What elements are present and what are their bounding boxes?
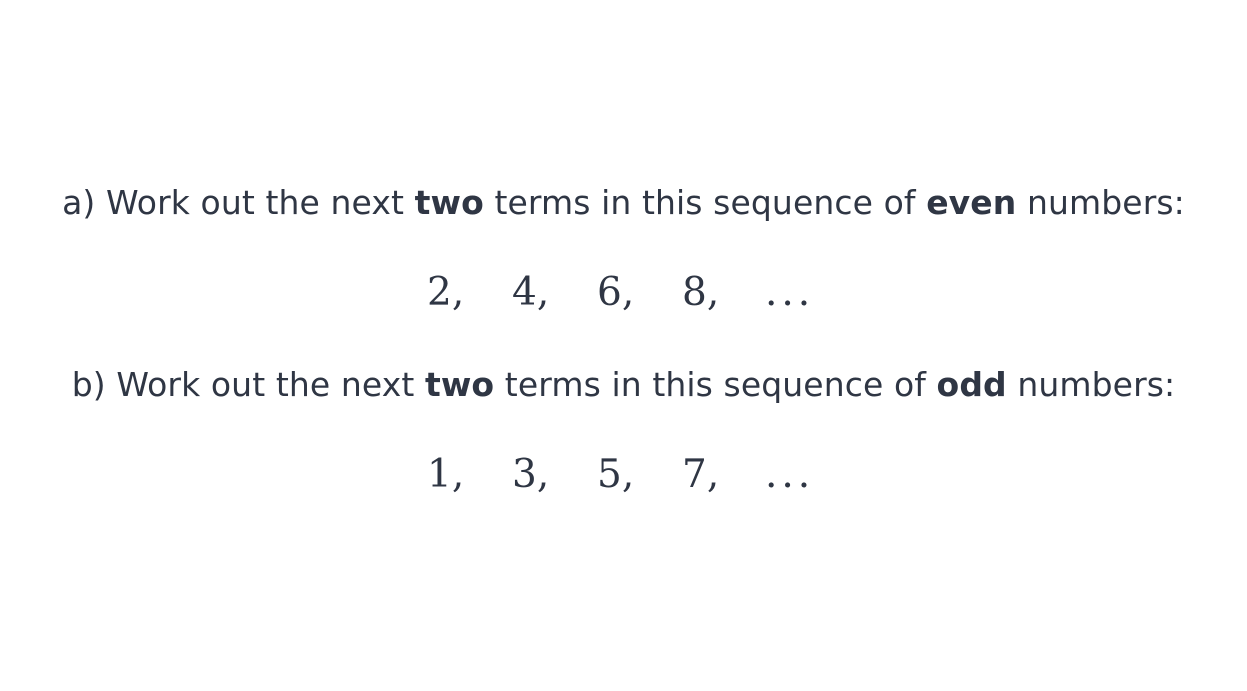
question-a-emphasis-two: two [414,183,484,222]
sequence-a-ellipsis: ... [765,270,815,315]
question-a-middle: terms in this sequence of [483,183,927,222]
question-b-suffix: numbers: [1006,365,1176,404]
question-a-emphasis-even: even [926,183,1017,222]
sequence-b-term-4: 7, [682,452,720,497]
question-b-middle: terms in this sequence of [494,365,937,404]
question-b-text: b) Work out the next two terms in this s… [0,365,1247,405]
question-b-prefix: b) Work out the next [71,365,425,404]
sequence-b-term-2: 3, [512,452,550,497]
question-b-emphasis-odd: odd [936,365,1007,404]
question-b-emphasis-two: two [424,365,495,404]
sequence-a-term-4: 8, [682,270,720,315]
question-a-suffix: numbers: [1016,183,1185,222]
sequence-b-term-1: 1, [427,452,465,497]
sequence-a-term-3: 6, [597,270,635,315]
sequence-a-term-1: 2, [427,270,465,315]
sequence-a-term-2: 4, [512,270,550,315]
sequence-b-term-3: 5, [597,452,635,497]
sequence-b-ellipsis: ... [765,452,815,497]
question-a-prefix: a) Work out the next [62,183,415,222]
question-a-text: a) Work out the next two terms in this s… [0,183,1247,223]
